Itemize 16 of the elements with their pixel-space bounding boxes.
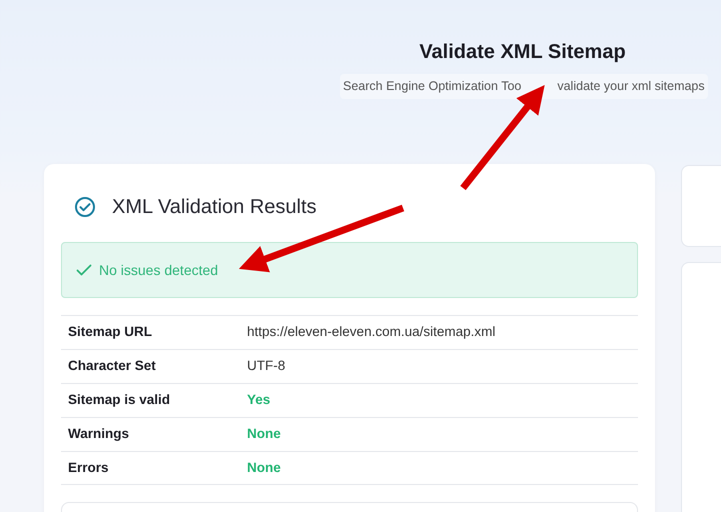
results-title: XML Validation Results <box>112 195 317 220</box>
check-circle-icon <box>74 196 96 218</box>
row-label: Character Set <box>68 358 156 374</box>
page-subtitle: Search Engine Optimization Too validate your xml sitemaps <box>340 74 708 99</box>
row-value: None <box>247 425 281 444</box>
success-alert: No issues detected <box>61 242 638 298</box>
row-value: Yes <box>247 391 270 410</box>
page-title: Validate XML Sitemap <box>418 40 627 64</box>
check-icon <box>76 263 92 277</box>
row-value: None <box>247 458 281 477</box>
row-label: Sitemap URL <box>68 324 152 340</box>
row-value: https://eleven-eleven.com.ua/sitemap.xml <box>247 323 496 342</box>
row-value: UTF-8 <box>247 357 286 376</box>
row-label: Sitemap is valid <box>68 392 170 408</box>
row-label: Errors <box>68 460 109 475</box>
row-label: Warnings <box>68 426 130 442</box>
